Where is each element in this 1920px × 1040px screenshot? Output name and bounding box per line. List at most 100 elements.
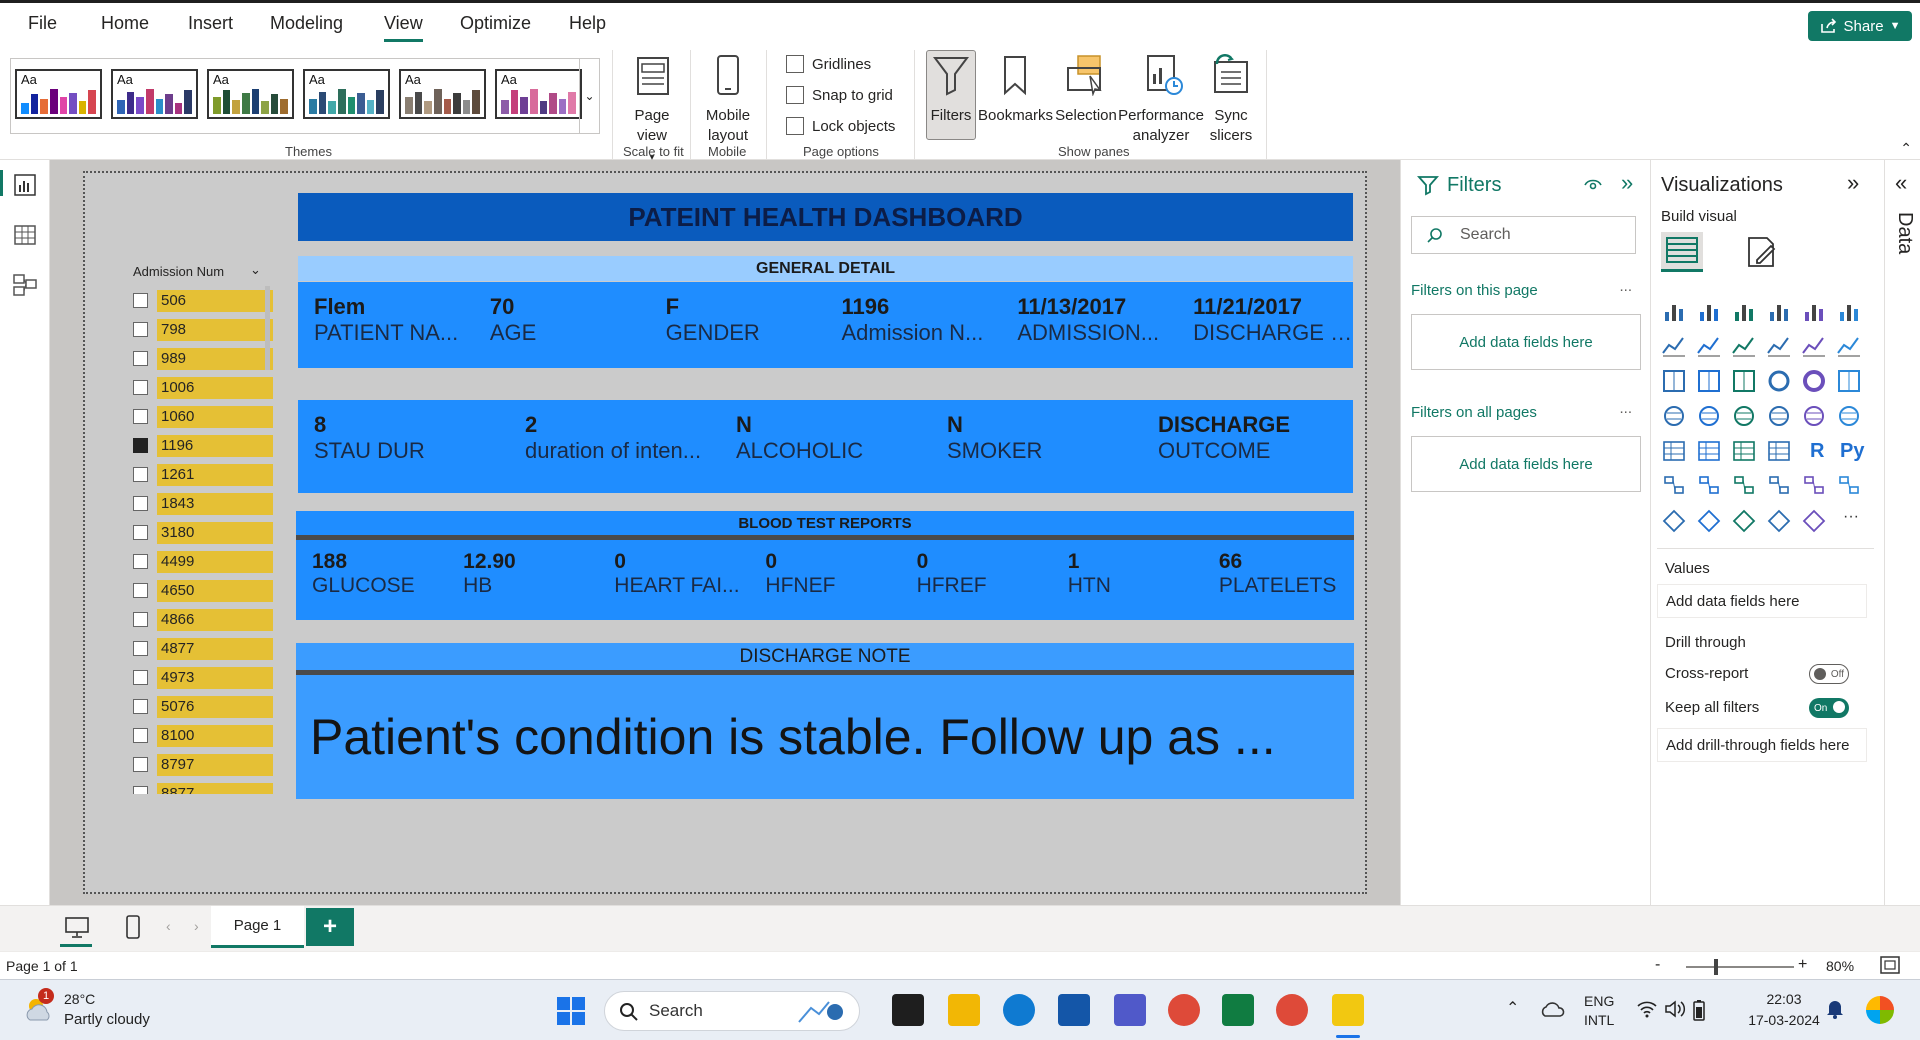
outcome-card[interactable]: DISCHARGE OUTCOME xyxy=(1142,412,1353,493)
power-automate-visual-icon[interactable] xyxy=(1696,508,1722,534)
pie-visual-icon[interactable] xyxy=(1766,368,1792,394)
mobile-layout-button[interactable]: Mobile layout xyxy=(698,54,758,146)
slicer-checkbox[interactable] xyxy=(133,351,148,366)
line-visual-icon[interactable] xyxy=(1661,333,1687,359)
slicer-checkbox[interactable] xyxy=(133,438,148,453)
slicer-checkbox[interactable] xyxy=(133,757,148,772)
waterfall-visual-icon[interactable] xyxy=(1661,368,1687,394)
slicer-item[interactable]: 1060 xyxy=(133,402,273,431)
lock-objects-checkbox[interactable]: Lock objects xyxy=(786,117,895,135)
discharge-date-card[interactable]: 11/21/2017 DISCHARGE D... xyxy=(1177,294,1353,368)
mobile-layout-icon[interactable] xyxy=(124,914,142,940)
slicer-item[interactable]: 5076 xyxy=(133,692,273,721)
all-pages-filters-drop-zone[interactable]: Add data fields here xyxy=(1411,436,1641,492)
page-tab-1[interactable]: Page 1 xyxy=(211,906,304,948)
slicer-checkbox[interactable] xyxy=(133,496,148,511)
scatter-visual-icon[interactable] xyxy=(1731,368,1757,394)
zoom-out-button[interactable]: - xyxy=(1655,956,1660,974)
slicer-item[interactable]: 1006 xyxy=(133,373,273,402)
matrix-visual-icon[interactable] xyxy=(1766,438,1792,464)
fit-to-page-icon[interactable] xyxy=(1880,956,1900,974)
admission-date-card[interactable]: 11/13/2017 ADMISSION... xyxy=(1001,294,1177,368)
multi-row-card-visual-icon[interactable] xyxy=(1836,403,1862,429)
hfnef-card[interactable]: 0 HFNEF xyxy=(749,550,900,620)
tab-home[interactable]: Home xyxy=(101,13,149,34)
more-options-icon[interactable]: ... xyxy=(1619,278,1632,295)
store-icon[interactable] xyxy=(1058,994,1090,1026)
tab-help[interactable]: Help xyxy=(569,13,606,34)
slicer-item[interactable]: 798 xyxy=(133,315,273,344)
chrome-profile-icon[interactable] xyxy=(1276,994,1308,1026)
chevron-up-icon[interactable]: ⌃ xyxy=(1506,998,1519,1018)
notification-bell-icon[interactable] xyxy=(1826,998,1844,1020)
wifi-icon[interactable] xyxy=(1636,1000,1658,1018)
slicer-checkbox[interactable] xyxy=(133,525,148,540)
tab-insert[interactable]: Insert xyxy=(188,13,233,34)
bookmarks-button[interactable]: Bookmarks xyxy=(978,54,1053,126)
slicer-checkbox[interactable] xyxy=(133,641,148,656)
cross-report-toggle[interactable]: Off xyxy=(1809,664,1849,684)
stacked-area-visual-icon[interactable] xyxy=(1731,333,1757,359)
onedrive-icon[interactable] xyxy=(1540,1000,1566,1018)
gauge-visual-icon[interactable] xyxy=(1766,403,1792,429)
python-visual-icon[interactable]: Py xyxy=(1840,440,1864,463)
chevron-visual-icon[interactable] xyxy=(1801,508,1827,534)
alcoholic-card[interactable]: N ALCOHOLIC xyxy=(720,412,931,493)
slicer-item[interactable]: 1196 xyxy=(133,431,273,460)
slicer-item[interactable]: 4866 xyxy=(133,605,273,634)
slicer-item[interactable]: 8100 xyxy=(133,721,273,750)
drill-through-drop-zone[interactable]: Add drill-through fields here xyxy=(1657,728,1867,762)
platelets-card[interactable]: 66 PLATELETS xyxy=(1203,550,1354,620)
slicer-item[interactable]: 506 xyxy=(133,286,273,315)
stay-duration-card[interactable]: 8 STAU DUR xyxy=(298,412,509,493)
theme-swatch-3[interactable]: Aa xyxy=(207,69,294,119)
chrome-icon[interactable] xyxy=(1168,994,1200,1026)
icu-duration-card[interactable]: 2 duration of inten... xyxy=(509,412,720,493)
expand-data-icon[interactable]: « xyxy=(1895,170,1907,196)
theme-swatch-1[interactable]: Aa xyxy=(15,69,102,119)
add-page-button[interactable]: + xyxy=(306,908,354,946)
theme-swatch-2[interactable]: Aa xyxy=(111,69,198,119)
taskbar-search[interactable]: Search xyxy=(604,991,860,1031)
sync-slicers-button[interactable]: Sync slicers xyxy=(1206,54,1256,146)
age-card[interactable]: 70 AGE xyxy=(474,294,650,368)
filters-button[interactable]: Filters xyxy=(926,54,976,126)
tab-file[interactable]: File xyxy=(28,13,57,34)
excel-icon[interactable] xyxy=(1222,994,1254,1026)
previous-page-icon[interactable]: ‹ xyxy=(166,918,171,934)
slicer-item[interactable]: 4499 xyxy=(133,547,273,576)
slicer-item[interactable]: 1261 xyxy=(133,460,273,489)
qna-visual-icon[interactable] xyxy=(1731,473,1757,499)
slicer-checkbox[interactable] xyxy=(133,322,148,337)
heart-failure-card[interactable]: 0 HEART FAI... xyxy=(598,550,749,620)
chevron-down-icon[interactable]: ⌄ xyxy=(250,262,261,278)
slicer-item[interactable]: 989 xyxy=(133,344,273,373)
azure-map-visual-icon[interactable] xyxy=(1731,403,1757,429)
slicer-checkbox[interactable] xyxy=(133,699,148,714)
more-visuals-icon[interactable]: ··· xyxy=(1843,508,1859,526)
eye-icon[interactable] xyxy=(1584,178,1602,192)
100-column-visual-icon[interactable] xyxy=(1836,298,1862,324)
theme-swatch-4[interactable]: Aa xyxy=(303,69,390,119)
r-visual-icon[interactable]: R xyxy=(1810,440,1824,463)
slicer-checkbox[interactable] xyxy=(133,583,148,598)
slicer-scrollbar[interactable] xyxy=(265,286,270,370)
table-visual-icon[interactable] xyxy=(1731,438,1757,464)
report-view-icon[interactable] xyxy=(12,172,38,198)
data-pane-collapsed[interactable]: « Data xyxy=(1884,160,1920,905)
teams-icon[interactable] xyxy=(1114,994,1146,1026)
slicer-checkbox[interactable] xyxy=(133,728,148,743)
tab-optimize[interactable]: Optimize xyxy=(460,13,531,34)
filled-map-visual-icon[interactable] xyxy=(1696,403,1722,429)
stacked-bar-visual-icon[interactable] xyxy=(1661,298,1687,324)
selection-button[interactable]: Selection xyxy=(1054,54,1118,126)
next-page-icon[interactable]: › xyxy=(194,918,199,934)
zoom-slider-thumb[interactable] xyxy=(1714,959,1718,975)
slicer-checkbox[interactable] xyxy=(133,554,148,569)
more-options-icon[interactable]: ... xyxy=(1619,400,1632,417)
desktop-layout-icon[interactable] xyxy=(64,916,90,940)
format-visual-icon[interactable] xyxy=(1743,234,1779,270)
stacked-column-visual-icon[interactable] xyxy=(1696,298,1722,324)
slicer-checkbox[interactable] xyxy=(133,670,148,685)
ribbon-visual-icon[interactable] xyxy=(1836,333,1862,359)
